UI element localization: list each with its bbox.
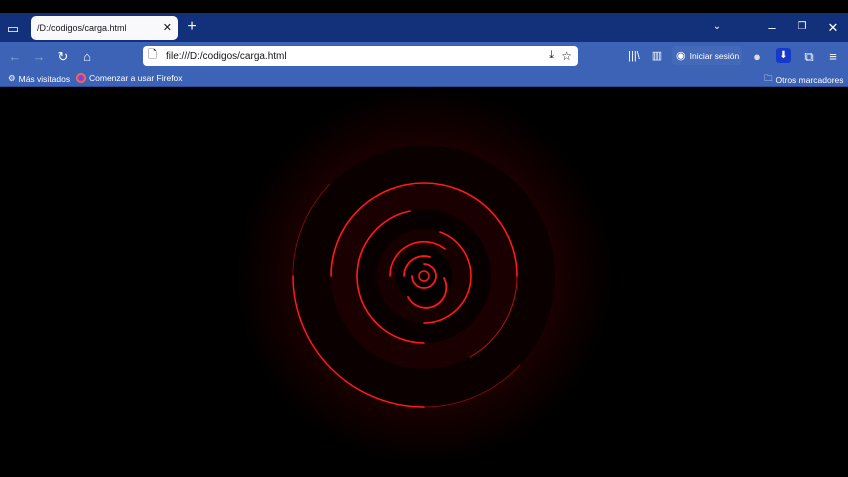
downloads-icon[interactable]: ⬇ [776, 48, 791, 63]
reload-icon[interactable]: ↻ [56, 49, 70, 63]
gear-icon: ⚙ [8, 73, 16, 83]
bookmark-label: Comenzar a usar Firefox [89, 73, 183, 83]
signin-label: Iniciar sesión [689, 50, 740, 61]
list-tabs-chevron-down-icon[interactable]: ⌄ [710, 20, 724, 34]
tab-title: /D:/codigos/carga.html [37, 23, 127, 33]
tab-bar: ▭ /D:/codigos/carga.html ✕ + ⌄ – ❐ ✕ [0, 13, 848, 42]
folder-icon: 🗀 [764, 73, 773, 83]
close-tab-icon[interactable]: ✕ [163, 21, 172, 34]
tab-overview-icon[interactable]: ▭ [6, 21, 20, 35]
bookmarks-bar: ⚙ Más visitados Comenzar a usar Firefox 🗀… [0, 69, 848, 87]
library-icon[interactable]: |||\ [627, 49, 641, 63]
top-strip [0, 0, 848, 13]
url-bar[interactable]: 🗋 file:///D:/codigos/carga.html ⤓ ☆ [143, 46, 578, 66]
nav-bar: ← → ↻ ⌂ 🗋 file:///D:/codigos/carga.html … [0, 42, 848, 69]
sidebar-icon[interactable]: ▥ [650, 49, 664, 63]
new-tab-icon[interactable]: + [185, 19, 199, 35]
firefox-icon [76, 73, 86, 83]
bookmark-other[interactable]: 🗀 Otros marcadores [764, 73, 844, 87]
close-window-icon[interactable]: ✕ [826, 20, 840, 34]
extension-blob-icon[interactable]: ● [750, 49, 764, 63]
bookmark-most-visited[interactable]: ⚙ Más visitados [8, 73, 70, 84]
bookmark-star-icon[interactable]: ☆ [561, 50, 572, 62]
tab-active[interactable]: /D:/codigos/carga.html ✕ [31, 16, 178, 40]
back-icon[interactable]: ← [8, 49, 22, 63]
home-icon[interactable]: ⌂ [80, 49, 94, 63]
forward-icon[interactable]: → [32, 49, 46, 63]
install-icon[interactable]: ⤓ [549, 50, 554, 61]
page-icon: 🗋 [148, 49, 157, 61]
extensions-icon[interactable]: ⧉ [802, 49, 816, 63]
loading-animation [0, 87, 848, 477]
url-text: file:///D:/codigos/carga.html [166, 51, 287, 62]
minimize-icon[interactable]: – [765, 20, 779, 34]
bookmark-get-started[interactable]: Comenzar a usar Firefox [76, 73, 183, 83]
bookmark-label: Más visitados [18, 73, 71, 84]
menu-icon[interactable]: ≡ [826, 49, 840, 63]
bookmark-label: Otros marcadores [775, 75, 844, 85]
signin-button[interactable]: ◉ Iniciar sesión [672, 46, 742, 65]
restore-icon[interactable]: ❐ [795, 20, 809, 34]
account-icon: ◉ [676, 50, 686, 62]
